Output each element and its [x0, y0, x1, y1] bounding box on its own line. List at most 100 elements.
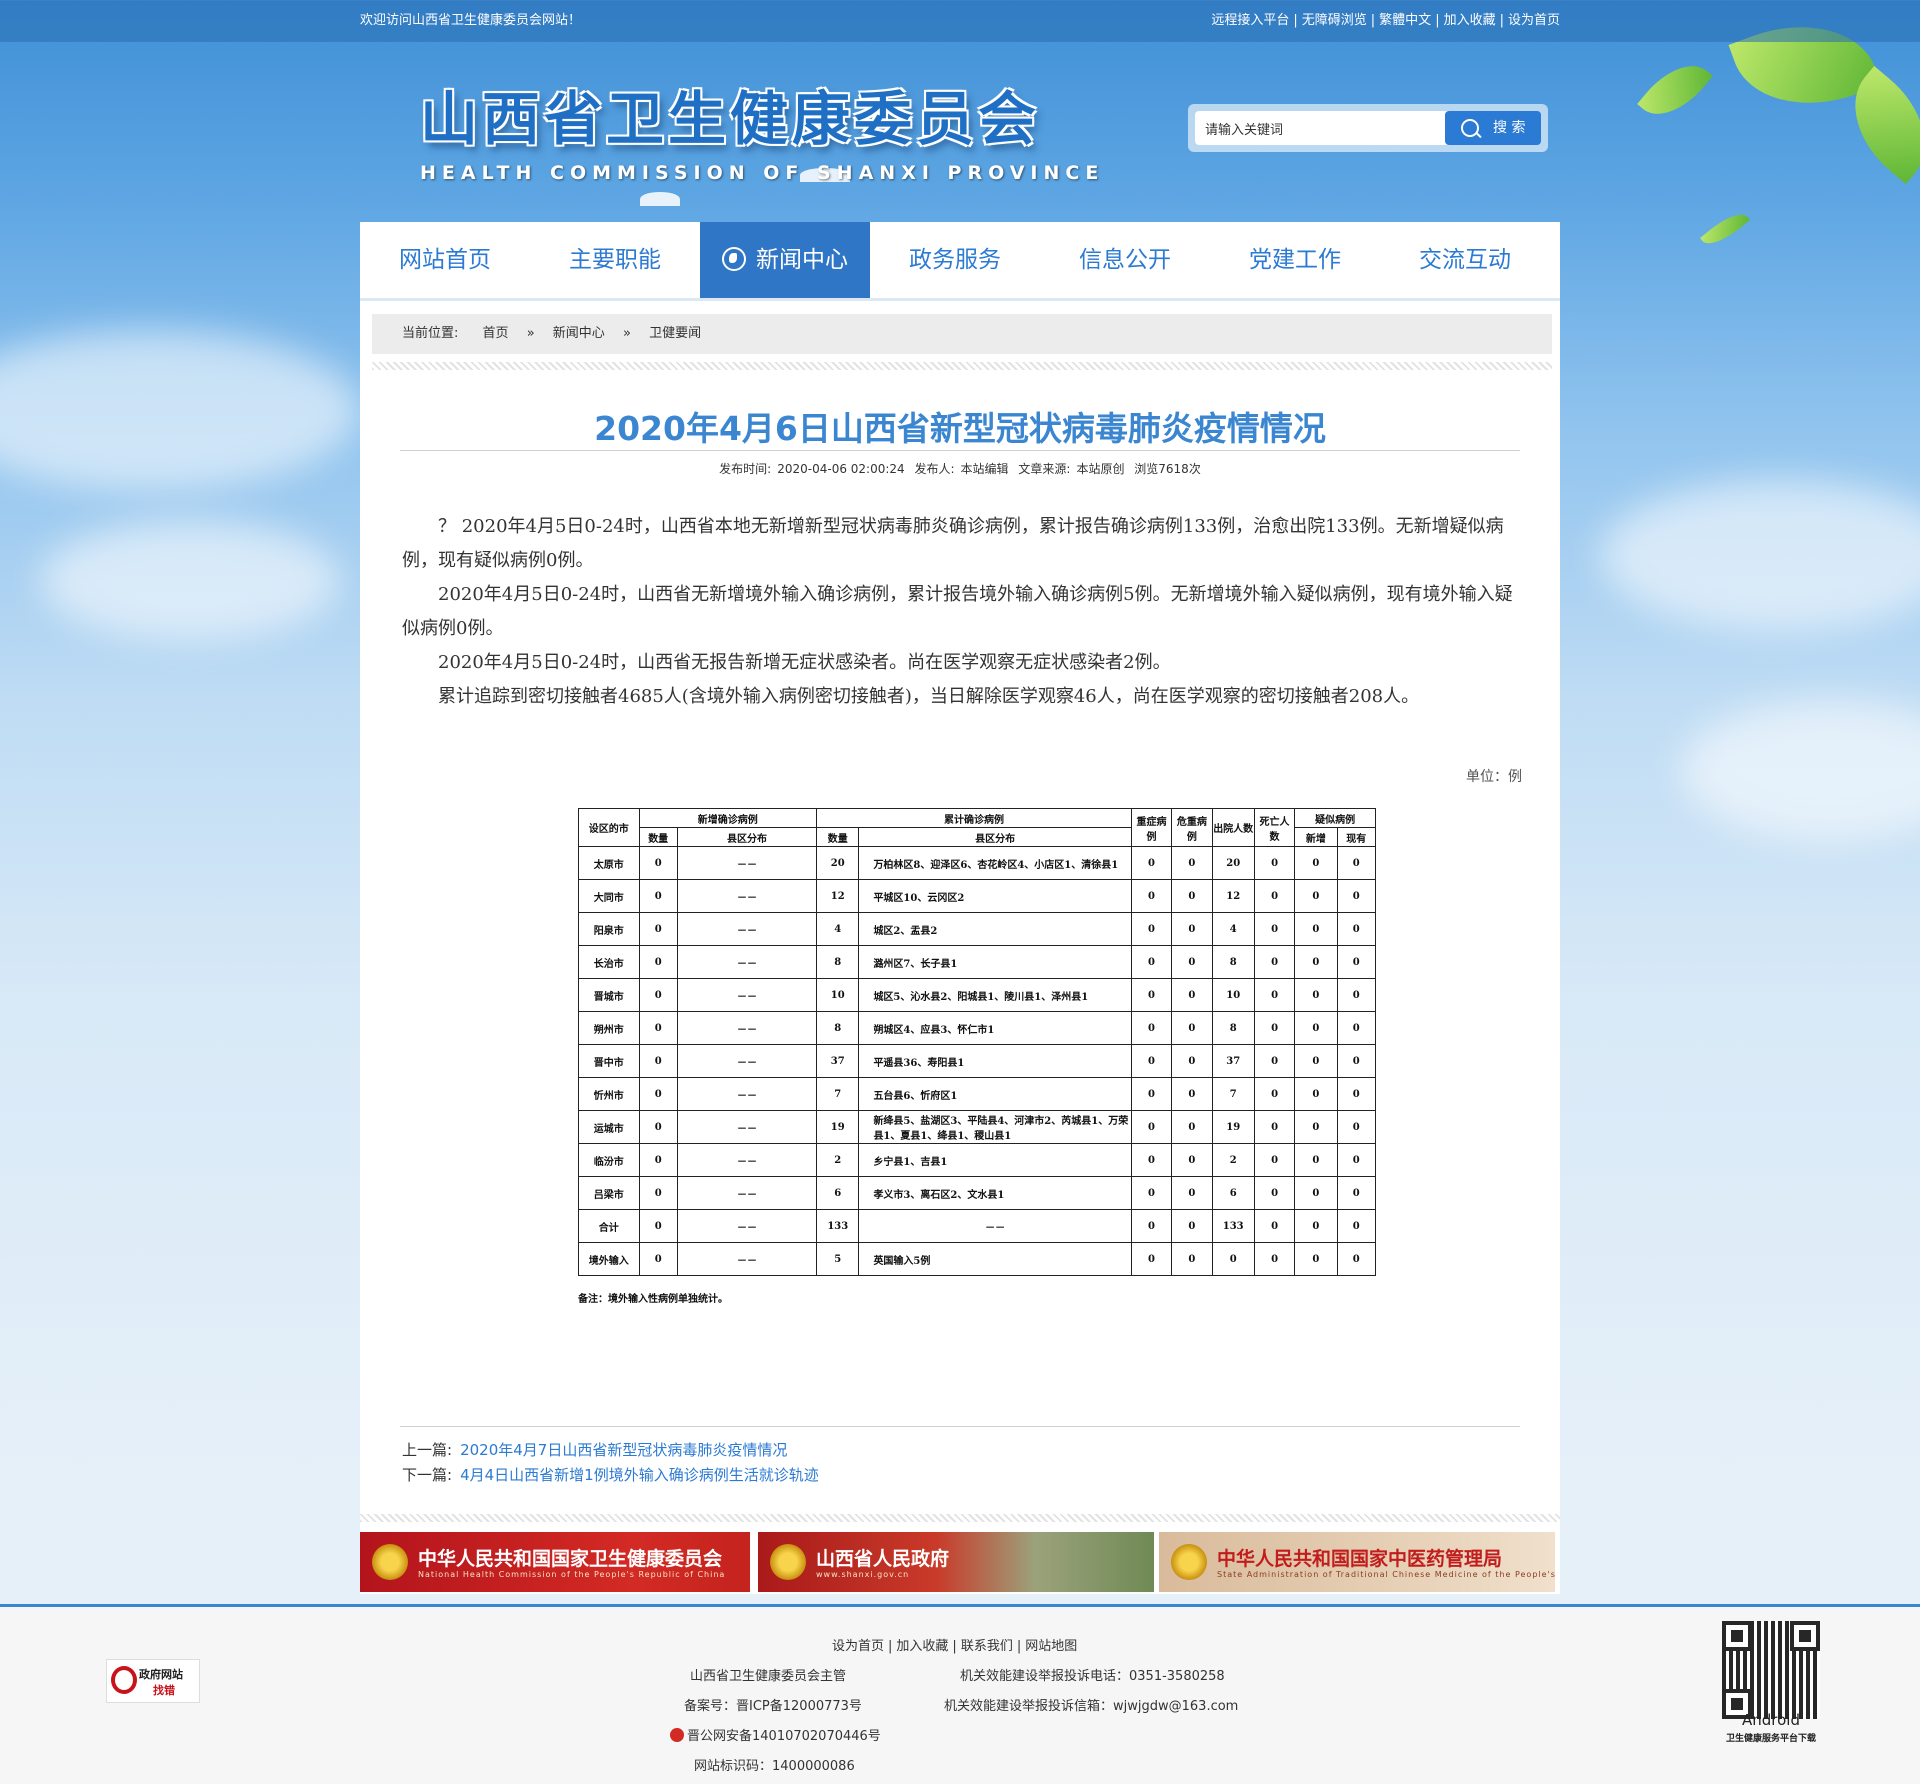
table-cell-new-d: －－ [676, 978, 818, 1012]
table-cell-tot-d: 孝义市3、离石区2、文水县1 [858, 1176, 1132, 1210]
banner-subtitle: State Administration of Traditional Chin… [1217, 1570, 1555, 1579]
table-cell-severe: 0 [1130, 912, 1173, 946]
table-cell-tot-d: 平城区10、云冈区2 [858, 879, 1132, 913]
leaf-decoration [1700, 206, 1750, 252]
table-cell-s-cur: 0 [1336, 1143, 1377, 1177]
footer-sitemap[interactable]: 网站地图 [1025, 1639, 1077, 1654]
search-input[interactable] [1195, 111, 1453, 145]
paragraph: 2020年4月5日0-24时，山西省无新增境外输入确诊病例，累计报告境外输入确诊… [402, 584, 1513, 639]
divider [400, 1426, 1520, 1427]
header-city: 设区的市 [578, 808, 640, 847]
breadcrumb-label: 当前位置: [402, 326, 459, 341]
table-cell-tot-n: 2 [816, 1143, 860, 1177]
header-deaths: 死亡人数 [1253, 808, 1296, 847]
table-cell-city: 临汾市 [578, 1143, 640, 1177]
table-cell-new-d: －－ [676, 945, 818, 979]
next-article-link[interactable]: 4月4日山西省新增1例境外输入确诊病例生活就诊轨迹 [460, 1466, 819, 1484]
table-cell-s-cur: 0 [1336, 912, 1377, 946]
table-cell-severe: 0 [1130, 945, 1173, 979]
table-cell-new-n: 0 [638, 1044, 678, 1078]
national-emblem-icon [372, 1544, 408, 1580]
table-cell-tot-n: 37 [816, 1044, 860, 1078]
table-cell-critical: 0 [1171, 1176, 1213, 1210]
table-cell-s-cur: 0 [1336, 879, 1377, 913]
table-cell-disch: 12 [1211, 879, 1255, 913]
table-cell-death: 0 [1253, 1077, 1296, 1111]
nav-item-functions[interactable]: 主要职能 [530, 222, 700, 298]
magnifier-icon [111, 1666, 137, 1694]
table-cell-city: 吕梁市 [578, 1176, 640, 1210]
background-cloud [1680, 700, 1920, 840]
table-cell-death: 0 [1253, 945, 1296, 979]
table-cell-critical: 0 [1171, 978, 1213, 1012]
tcm-banner-link[interactable]: 中华人民共和国国家中医药管理局 State Administration of … [1159, 1532, 1555, 1592]
footer-icp[interactable]: 备案号：晋ICP备12000773号 [684, 1695, 862, 1714]
table-cell-tot-d: －－ [858, 1209, 1132, 1243]
site-logo[interactable]: 山西省卫生健康委员会 HEALTH COMMISSION OF SHANXI P… [420, 72, 1104, 184]
paragraph: ？ 2020年4月5日0-24时，山西省本地无新增新型冠状病毒肺炎确诊病例，累计… [402, 516, 1504, 571]
header-total-confirmed: 累计确诊病例 [816, 808, 1132, 828]
table-cell-s-cur: 0 [1336, 1176, 1377, 1210]
breadcrumb-current[interactable]: 卫健要闻 [649, 326, 701, 341]
article-title: 2020年4月6日山西省新型冠状病毒肺炎疫情情况 [594, 409, 1326, 448]
article-body: ？ 2020年4月5日0-24时，山西省本地无新增新型冠状病毒肺炎确诊病例，累计… [402, 510, 1522, 714]
divider [372, 362, 1552, 370]
search-icon [1461, 119, 1479, 137]
table-cell-s-cur: 0 [1336, 1077, 1377, 1111]
footer: 政府网站 找错 设为首页 | 加入收藏 | 联系我们 | 网站地图 山西省卫生健康委员会主管… [0, 1607, 1920, 1784]
qr-caption: 卫生健康服务平台下载 [1725, 1734, 1816, 1744]
table-cell-tot-n: 6 [816, 1176, 860, 1210]
footer-set-homepage[interactable]: 设为首页 [832, 1639, 884, 1654]
table-cell-disch: 8 [1211, 945, 1255, 979]
table-cell-s-cur: 0 [1336, 846, 1377, 880]
accessibility-link[interactable]: 无障碍浏览 [1302, 13, 1367, 28]
background-cloud [0, 330, 360, 490]
footer-add-favorite[interactable]: 加入收藏 [896, 1639, 948, 1654]
table-cell-city: 长治市 [578, 945, 640, 979]
table-cell-new-d: －－ [676, 1176, 818, 1210]
breadcrumb: 当前位置: 首页 » 新闻中心 » 卫健要闻 [372, 314, 1552, 354]
table-cell-critical: 0 [1171, 1110, 1213, 1144]
gov-error-report-badge[interactable]: 政府网站 找错 [106, 1659, 200, 1703]
shanxi-gov-banner-link[interactable]: 山西省人民政府 www.shanxi.gov.cn [758, 1532, 1154, 1592]
table-cell-disch: 37 [1211, 1044, 1255, 1078]
nav-item-party[interactable]: 党建工作 [1210, 222, 1380, 298]
breadcrumb-news[interactable]: 新闻中心 [553, 326, 605, 341]
table-cell-death: 0 [1253, 1143, 1296, 1177]
table-cell-new-n: 0 [638, 1176, 678, 1210]
nav-item-news[interactable]: 新闻中心 [700, 222, 870, 298]
header-new: 新增 [1294, 827, 1338, 847]
table-cell-tot-d: 新绛县5、盐湖区3、平陆县4、河津市2、芮城县1、万荣县1、夏县1、绛县1、稷山… [858, 1110, 1132, 1144]
table-cell-tot-n: 8 [816, 1011, 860, 1045]
footer-sponsor: 山西省卫生健康委员会主管 [690, 1669, 847, 1684]
breadcrumb-home[interactable]: 首页 [483, 326, 509, 341]
footer-phone: 机关效能建设举报投诉电话：0351-3580258 [960, 1669, 1225, 1684]
table-cell-new-n: 0 [638, 879, 678, 913]
table-cell-city: 阳泉市 [578, 912, 640, 946]
table-cell-death: 0 [1253, 1011, 1296, 1045]
nhc-banner-link[interactable]: 中华人民共和国国家卫生健康委员会 National Health Commiss… [360, 1532, 750, 1592]
table-cell-tot-n: 19 [816, 1110, 860, 1144]
table-cell-s-new: 0 [1294, 1044, 1338, 1078]
header-count: 数量 [638, 827, 678, 847]
nav-item-home[interactable]: 网站首页 [360, 222, 530, 298]
nav-item-interaction[interactable]: 交流互动 [1380, 222, 1550, 298]
search-button[interactable]: 搜 索 [1445, 111, 1541, 145]
traditional-chinese-link[interactable]: 繁體中文 [1379, 13, 1431, 28]
prev-article-link[interactable]: 2020年4月7日山西省新型冠状病毒肺炎疫情情况 [460, 1441, 787, 1459]
nav-item-disclosure[interactable]: 信息公开 [1040, 222, 1210, 298]
header-district: 县区分布 [676, 827, 818, 847]
table-cell-disch: 2 [1211, 1143, 1255, 1177]
table-cell-city: 朔州市 [578, 1011, 640, 1045]
remote-access-link[interactable]: 远程接入平台 [1211, 13, 1289, 28]
table-cell-severe: 0 [1130, 1077, 1173, 1111]
police-badge-icon [670, 1728, 684, 1742]
table-cell-severe: 0 [1130, 1242, 1173, 1276]
set-homepage-link[interactable]: 设为首页 [1508, 13, 1560, 28]
add-favorite-link[interactable]: 加入收藏 [1444, 13, 1496, 28]
nav-item-services[interactable]: 政务服务 [870, 222, 1040, 298]
footer-contact[interactable]: 联系我们 [961, 1639, 1013, 1654]
footer-police[interactable]: 晋公网安备14010702070446号 [670, 1725, 881, 1744]
table-cell-tot-n: 20 [816, 846, 860, 880]
table-note: 备注：境外输入性病例单独统计。 [578, 1294, 728, 1305]
